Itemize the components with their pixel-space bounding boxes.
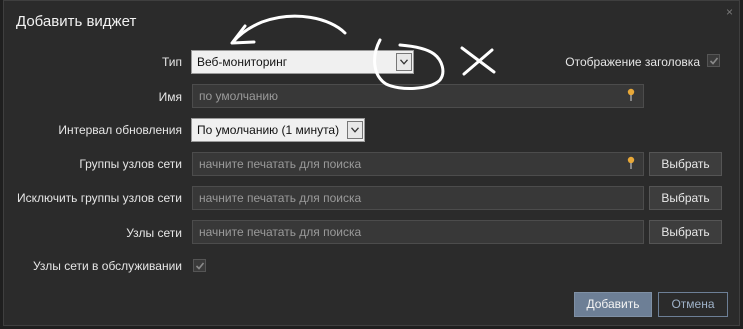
hosts-input[interactable]: начните печатать для поиска bbox=[192, 220, 644, 244]
type-select[interactable]: Веб-мониторинг bbox=[191, 50, 414, 74]
exclude-host-groups-label: Исключить группы узлов сети bbox=[16, 191, 182, 205]
name-input[interactable]: по умолчанию bbox=[192, 84, 644, 108]
chevron-down-icon[interactable] bbox=[347, 121, 363, 139]
type-select-value: Веб-мониторинг bbox=[197, 55, 288, 69]
maintenance-label: Узлы сети в обслуживании bbox=[32, 259, 182, 273]
checkmark-icon bbox=[195, 262, 205, 270]
refresh-interval-value: По умолчанию (1 минута) bbox=[197, 123, 340, 137]
chevron-down-icon[interactable] bbox=[396, 53, 412, 71]
name-label: Имя bbox=[158, 90, 182, 104]
host-groups-label: Группы узлов сети bbox=[79, 157, 182, 171]
add-button[interactable]: Добавить bbox=[574, 292, 652, 317]
hosts-select-button[interactable]: Выбрать bbox=[649, 220, 722, 244]
map-pin-icon bbox=[627, 88, 635, 101]
show-header-label: Отображение заголовка bbox=[565, 55, 700, 69]
refresh-interval-select[interactable]: По умолчанию (1 минута) bbox=[191, 118, 365, 142]
close-icon[interactable]: × bbox=[726, 5, 733, 19]
exclude-host-groups-input[interactable]: начните печатать для поиска bbox=[192, 186, 644, 210]
refresh-interval-label: Интервал обновления bbox=[58, 123, 182, 137]
host-groups-select-button[interactable]: Выбрать bbox=[649, 152, 722, 176]
show-header-checkbox[interactable] bbox=[707, 54, 720, 67]
dialog-title: Добавить виджет bbox=[16, 13, 137, 30]
host-groups-input[interactable]: начните печатать для поиска bbox=[192, 152, 644, 176]
map-pin-icon bbox=[627, 156, 635, 169]
hosts-label: Узлы сети bbox=[126, 226, 182, 240]
checkmark-icon bbox=[709, 57, 719, 65]
maintenance-checkbox[interactable] bbox=[193, 259, 206, 272]
type-label: Тип bbox=[161, 55, 182, 69]
exclude-host-groups-select-button[interactable]: Выбрать bbox=[649, 186, 722, 210]
cancel-button[interactable]: Отмена bbox=[658, 292, 728, 317]
